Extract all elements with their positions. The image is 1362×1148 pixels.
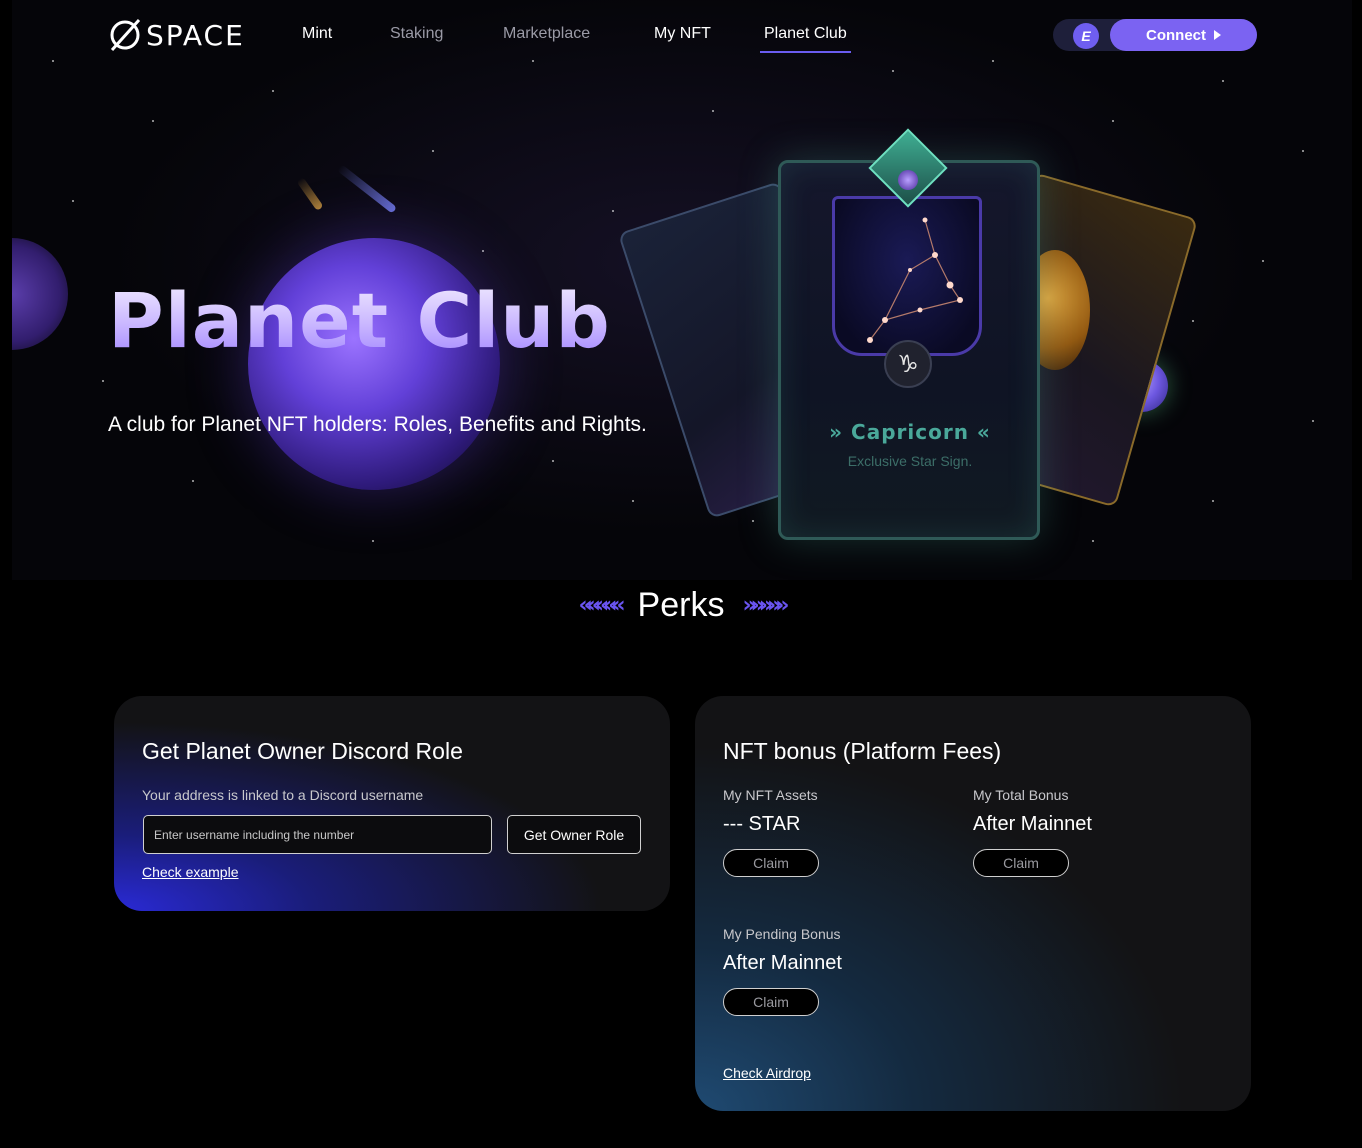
discord-linked-label: Your address is linked to a Discord user… xyxy=(142,787,424,803)
top-navigation: SPACE Mint Staking Marketplace My NFT Pl… xyxy=(0,0,1362,70)
discord-panel-title: Get Planet Owner Discord Role xyxy=(142,738,463,764)
logo-text: SPACE xyxy=(146,18,245,52)
logo-slashed-circle-icon xyxy=(110,18,141,52)
check-example-link[interactable]: Check example xyxy=(142,864,239,880)
capricorn-constellation-icon xyxy=(867,217,963,343)
card-name: » Capricorn « xyxy=(829,420,991,444)
nav-link-mint[interactable]: Mint xyxy=(302,25,332,43)
nav-link-marketplace[interactable]: Marketplace xyxy=(503,25,590,43)
card-subtitle: Exclusive Star Sign. xyxy=(847,453,973,469)
chevrons-right-icon: »»»»» xyxy=(742,593,789,618)
discord-username-input[interactable] xyxy=(143,815,492,854)
card-name-text: Capricorn xyxy=(851,420,969,444)
claim-pending-bonus-button[interactable]: Claim xyxy=(723,988,819,1016)
capricorn-sign-icon: ♑ xyxy=(884,340,932,388)
chevrons-left-icon: ««««« xyxy=(578,593,625,618)
page-title: Planet Club xyxy=(108,276,611,365)
get-owner-role-button[interactable]: Get Owner Role xyxy=(507,815,641,854)
nav-link-staking[interactable]: Staking xyxy=(390,25,443,43)
pending-bonus-value: After Mainnet xyxy=(723,952,842,974)
connect-label: Connect xyxy=(1146,26,1206,44)
total-bonus-value: After Mainnet xyxy=(973,813,1092,835)
perks-title: Perks xyxy=(637,586,725,624)
space-logo[interactable]: SPACE xyxy=(108,18,245,52)
connect-button[interactable]: Connect xyxy=(1110,19,1257,51)
total-bonus-label: My Total Bonus xyxy=(973,787,1069,803)
pending-bonus-label: My Pending Bonus xyxy=(723,926,841,942)
claim-total-bonus-button[interactable]: Claim xyxy=(973,849,1069,877)
bonus-panel-title: NFT bonus (Platform Fees) xyxy=(723,738,1002,764)
claim-assets-button[interactable]: Claim xyxy=(723,849,819,877)
chain-logo-icon[interactable]: E xyxy=(1073,23,1099,49)
card-crest-gem xyxy=(898,170,918,190)
check-airdrop-link[interactable]: Check Airdrop xyxy=(723,1065,811,1081)
nav-link-planet-club[interactable]: Planet Club xyxy=(760,25,851,53)
page-subtitle: A club for Planet NFT holders: Roles, Be… xyxy=(108,413,647,436)
perks-heading: ««««« Perks »»»»» xyxy=(0,586,1362,625)
nft-assets-value: --- STAR xyxy=(723,813,801,835)
nav-link-my-nft[interactable]: My NFT xyxy=(654,25,711,43)
play-arrow-icon xyxy=(1214,30,1221,40)
nft-assets-label: My NFT Assets xyxy=(723,787,818,803)
